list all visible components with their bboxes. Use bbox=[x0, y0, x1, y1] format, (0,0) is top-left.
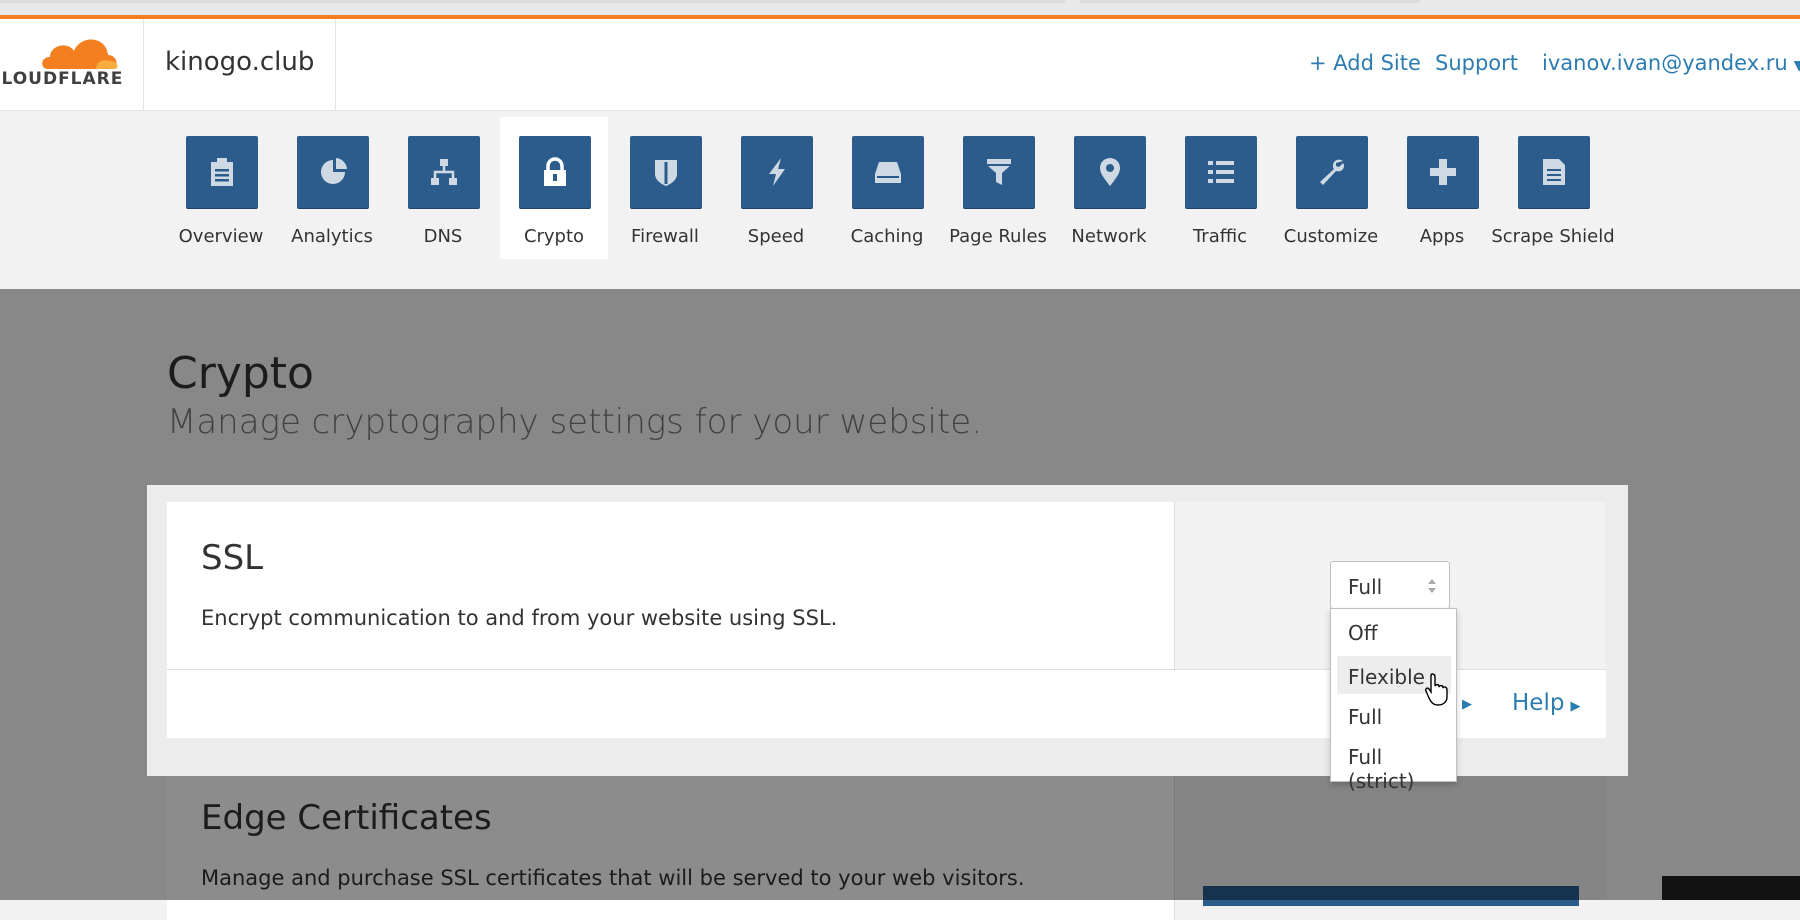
nav-label: Apps bbox=[1419, 226, 1465, 247]
nav-label: Firewall bbox=[631, 226, 699, 247]
network-tree-icon bbox=[431, 159, 457, 185]
ssl-mode-select[interactable]: Full bbox=[1330, 561, 1450, 609]
nav-tile bbox=[1518, 136, 1590, 208]
nav-customize[interactable]: Customize bbox=[1277, 117, 1385, 261]
nav-label: Scrape Shield bbox=[1491, 226, 1615, 247]
filter-icon bbox=[987, 159, 1011, 185]
ssl-option-full-strict[interactable]: Full (strict) bbox=[1337, 736, 1451, 793]
plus-icon bbox=[1430, 159, 1456, 185]
ssl-option-off[interactable]: Off bbox=[1337, 612, 1451, 650]
nav-label: Overview bbox=[178, 226, 264, 247]
nav-overview[interactable]: Overview bbox=[167, 117, 275, 261]
browser-tab-area bbox=[0, 0, 1065, 3]
app-nav: Overview Analytics DNS Crypto Firewall S… bbox=[0, 111, 1800, 289]
header-divider bbox=[335, 19, 336, 110]
nav-traffic[interactable]: Traffic bbox=[1166, 117, 1274, 261]
list-icon bbox=[1208, 161, 1234, 183]
nav-speed[interactable]: Speed bbox=[722, 117, 830, 261]
nav-tile bbox=[1074, 136, 1146, 208]
nav-label: Caching bbox=[850, 226, 924, 247]
lightning-icon bbox=[769, 158, 785, 186]
caret-right-icon: ▶ bbox=[1570, 699, 1581, 714]
drive-icon bbox=[875, 162, 901, 183]
nav-label: Customize bbox=[1283, 226, 1379, 247]
nav-label: Page Rules bbox=[949, 226, 1047, 247]
nav-tile bbox=[297, 136, 369, 208]
nav-tile bbox=[186, 136, 258, 208]
nav-dns[interactable]: DNS bbox=[389, 117, 497, 261]
help-link[interactable]: Help ▶ bbox=[1512, 690, 1580, 716]
browser-tab-area-2 bbox=[1080, 0, 1420, 3]
ssl-card-body: SSL Encrypt communication to and from yo… bbox=[167, 502, 1175, 669]
lock-icon bbox=[544, 157, 566, 186]
nav-tile bbox=[1407, 136, 1479, 208]
nav-apps[interactable]: Apps bbox=[1388, 117, 1496, 261]
hand-cursor-icon bbox=[1425, 673, 1448, 706]
nav-tile bbox=[519, 136, 591, 208]
help-link-label: Help bbox=[1512, 690, 1565, 716]
clipboard-icon bbox=[211, 158, 233, 186]
nav-tile bbox=[1185, 136, 1257, 208]
pie-chart-icon bbox=[321, 158, 347, 184]
document-icon bbox=[1543, 159, 1565, 185]
nav-tile bbox=[408, 136, 480, 208]
add-site-link[interactable]: + Add Site bbox=[1309, 51, 1421, 75]
user-email: ivanov.ivan@yandex.ru bbox=[1542, 51, 1788, 75]
nav-tile bbox=[741, 136, 813, 208]
nav-scrape-shield[interactable]: Scrape Shield bbox=[1491, 117, 1615, 261]
nav-tile bbox=[852, 136, 924, 208]
location-pin-icon bbox=[1100, 158, 1120, 186]
nav-label: Speed bbox=[747, 226, 805, 247]
caret-right-icon: ▶ bbox=[1462, 697, 1472, 712]
nav-label: Crypto bbox=[523, 226, 585, 247]
nav-tile bbox=[1296, 136, 1368, 208]
nav-tile bbox=[630, 136, 702, 208]
nav-network[interactable]: Network bbox=[1055, 117, 1163, 261]
caret-down-icon: ▼ bbox=[1793, 58, 1800, 74]
nav-firewall[interactable]: Firewall bbox=[611, 117, 719, 261]
ssl-card-title: SSL bbox=[201, 538, 264, 578]
cloudflare-logo[interactable]: CLOUDFLARE bbox=[0, 19, 144, 110]
logo-text: CLOUDFLARE bbox=[0, 69, 124, 89]
user-menu[interactable]: ivanov.ivan@yandex.ru ▼ bbox=[1542, 51, 1800, 75]
nav-caching[interactable]: Caching bbox=[833, 117, 941, 261]
nav-label: DNS bbox=[423, 226, 463, 247]
shield-icon bbox=[655, 160, 677, 186]
nav-analytics[interactable]: Analytics bbox=[278, 117, 386, 261]
updown-arrows-icon bbox=[1428, 579, 1436, 593]
cloud-icon bbox=[42, 39, 118, 69]
wrench-icon bbox=[1320, 159, 1345, 185]
header: CLOUDFLARE kinogo.club + Add Site Suppor… bbox=[0, 19, 1800, 111]
browser-strip bbox=[0, 0, 1800, 15]
nav-label: Network bbox=[1071, 226, 1147, 247]
nav-page-rules[interactable]: Page Rules bbox=[944, 117, 1052, 261]
ssl-mode-selected: Full bbox=[1348, 575, 1383, 599]
nav-label: Traffic bbox=[1192, 226, 1248, 247]
nav-crypto[interactable]: Crypto bbox=[500, 117, 608, 259]
nav-label: Analytics bbox=[291, 226, 373, 247]
site-name[interactable]: kinogo.club bbox=[165, 47, 314, 77]
ssl-card-description: Encrypt communication to and from your w… bbox=[201, 606, 838, 630]
nav-tile bbox=[963, 136, 1035, 208]
support-link[interactable]: Support bbox=[1435, 51, 1518, 75]
